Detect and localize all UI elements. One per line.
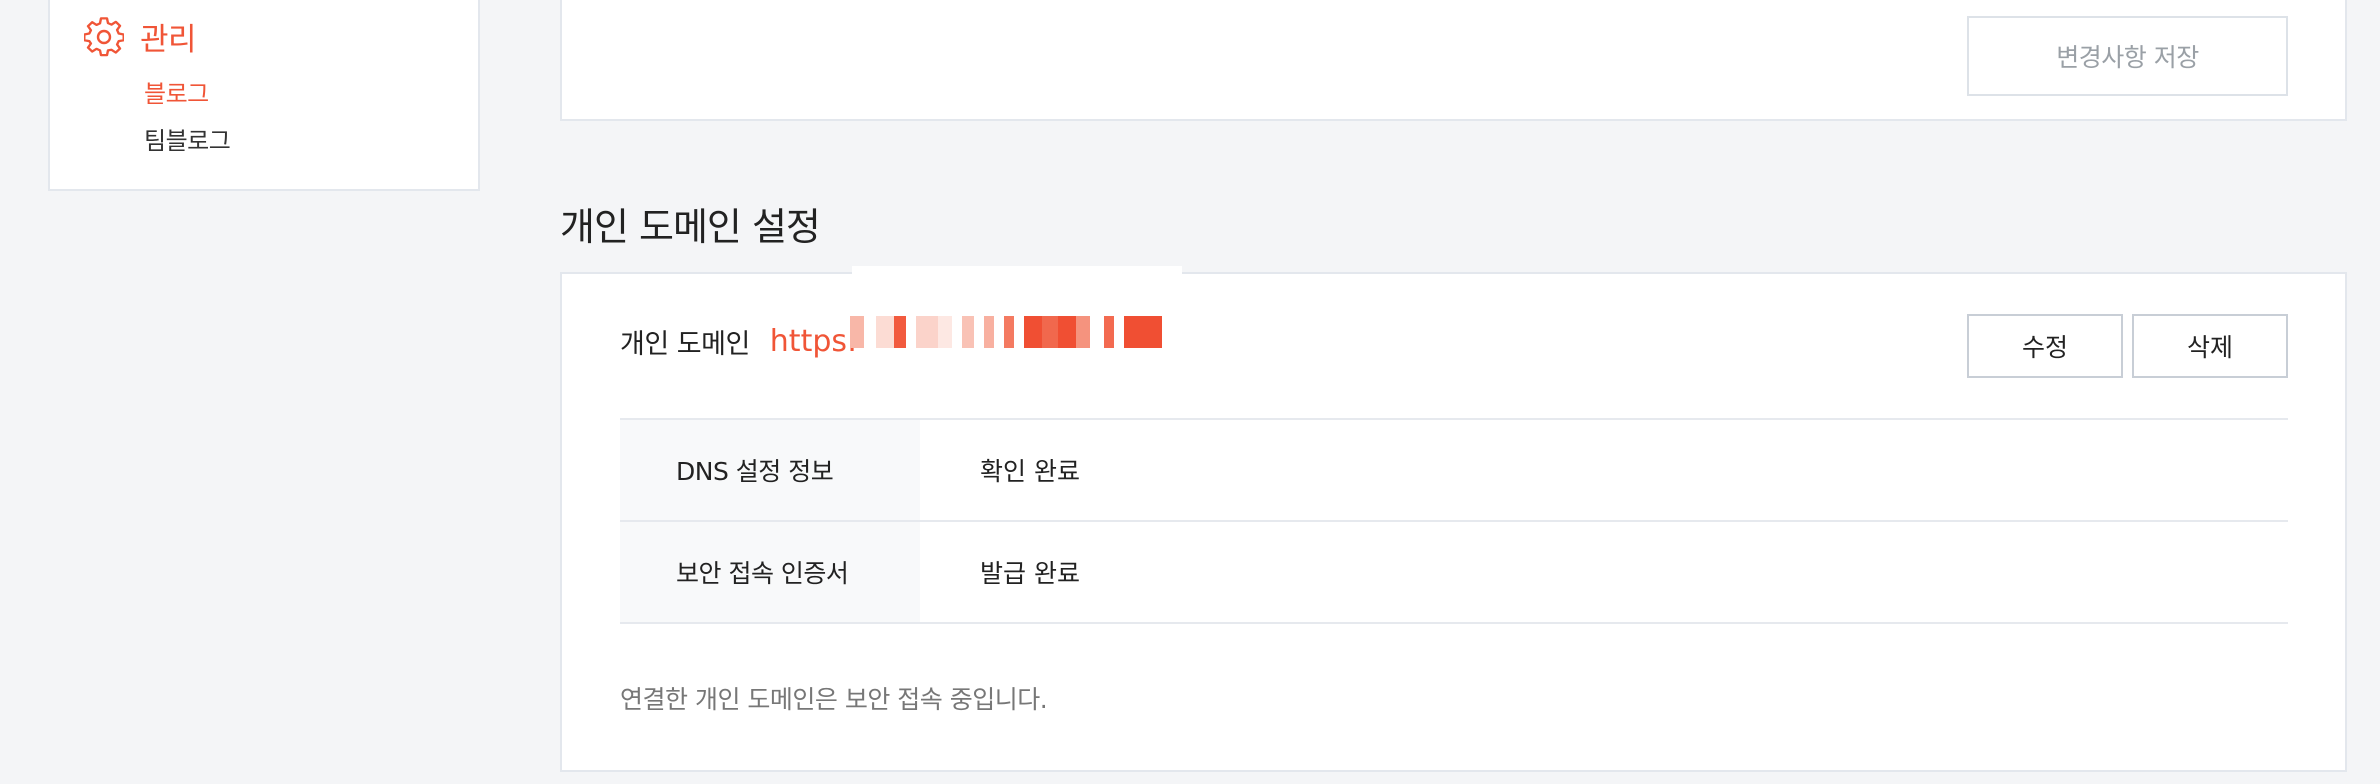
sidebar-item-blog[interactable]: 블로그 — [144, 74, 209, 109]
domain-info-table: DNS 설정 정보 확인 완료 보안 접속 인증서 발급 완료 — [620, 418, 2288, 624]
domain-url[interactable]: https: — [770, 324, 857, 359]
domain-label: 개인 도메인 — [620, 329, 750, 360]
table-row: 보안 접속 인증서 발급 완료 — [620, 522, 2288, 624]
domain-row: 개인 도메인 https: — [620, 322, 857, 361]
ssl-certificate-value: 발급 완료 — [980, 559, 1080, 588]
settings-page: 관리 블로그 팀블로그 변경사항 저장 개인 도메인 설정 개인 도메인 htt… — [0, 0, 2380, 784]
save-changes-button[interactable]: 변경사항 저장 — [1967, 16, 2288, 96]
table-row: DNS 설정 정보 확인 완료 — [620, 420, 2288, 522]
sidebar-card: 관리 블로그 팀블로그 — [48, 0, 480, 191]
section-title: 개인 도메인 설정 — [560, 205, 821, 249]
sidebar-item-team-blog[interactable]: 팀블로그 — [144, 121, 231, 156]
sidebar-header[interactable]: 관리 — [84, 14, 197, 59]
sidebar-title: 관리 — [140, 22, 197, 58]
redacted-url — [850, 316, 1183, 348]
ssl-certificate-label: 보안 접속 인증서 — [620, 522, 920, 622]
dns-status-value: 확인 완료 — [980, 457, 1080, 486]
delete-button[interactable]: 삭제 — [2132, 314, 2288, 378]
gear-icon — [84, 16, 124, 56]
redaction-mask-top — [852, 266, 1182, 280]
edit-button[interactable]: 수정 — [1967, 314, 2123, 378]
secure-connection-notice: 연결한 개인 도메인은 보안 접속 중입니다. — [620, 685, 1048, 714]
dns-status-label: DNS 설정 정보 — [620, 420, 920, 520]
